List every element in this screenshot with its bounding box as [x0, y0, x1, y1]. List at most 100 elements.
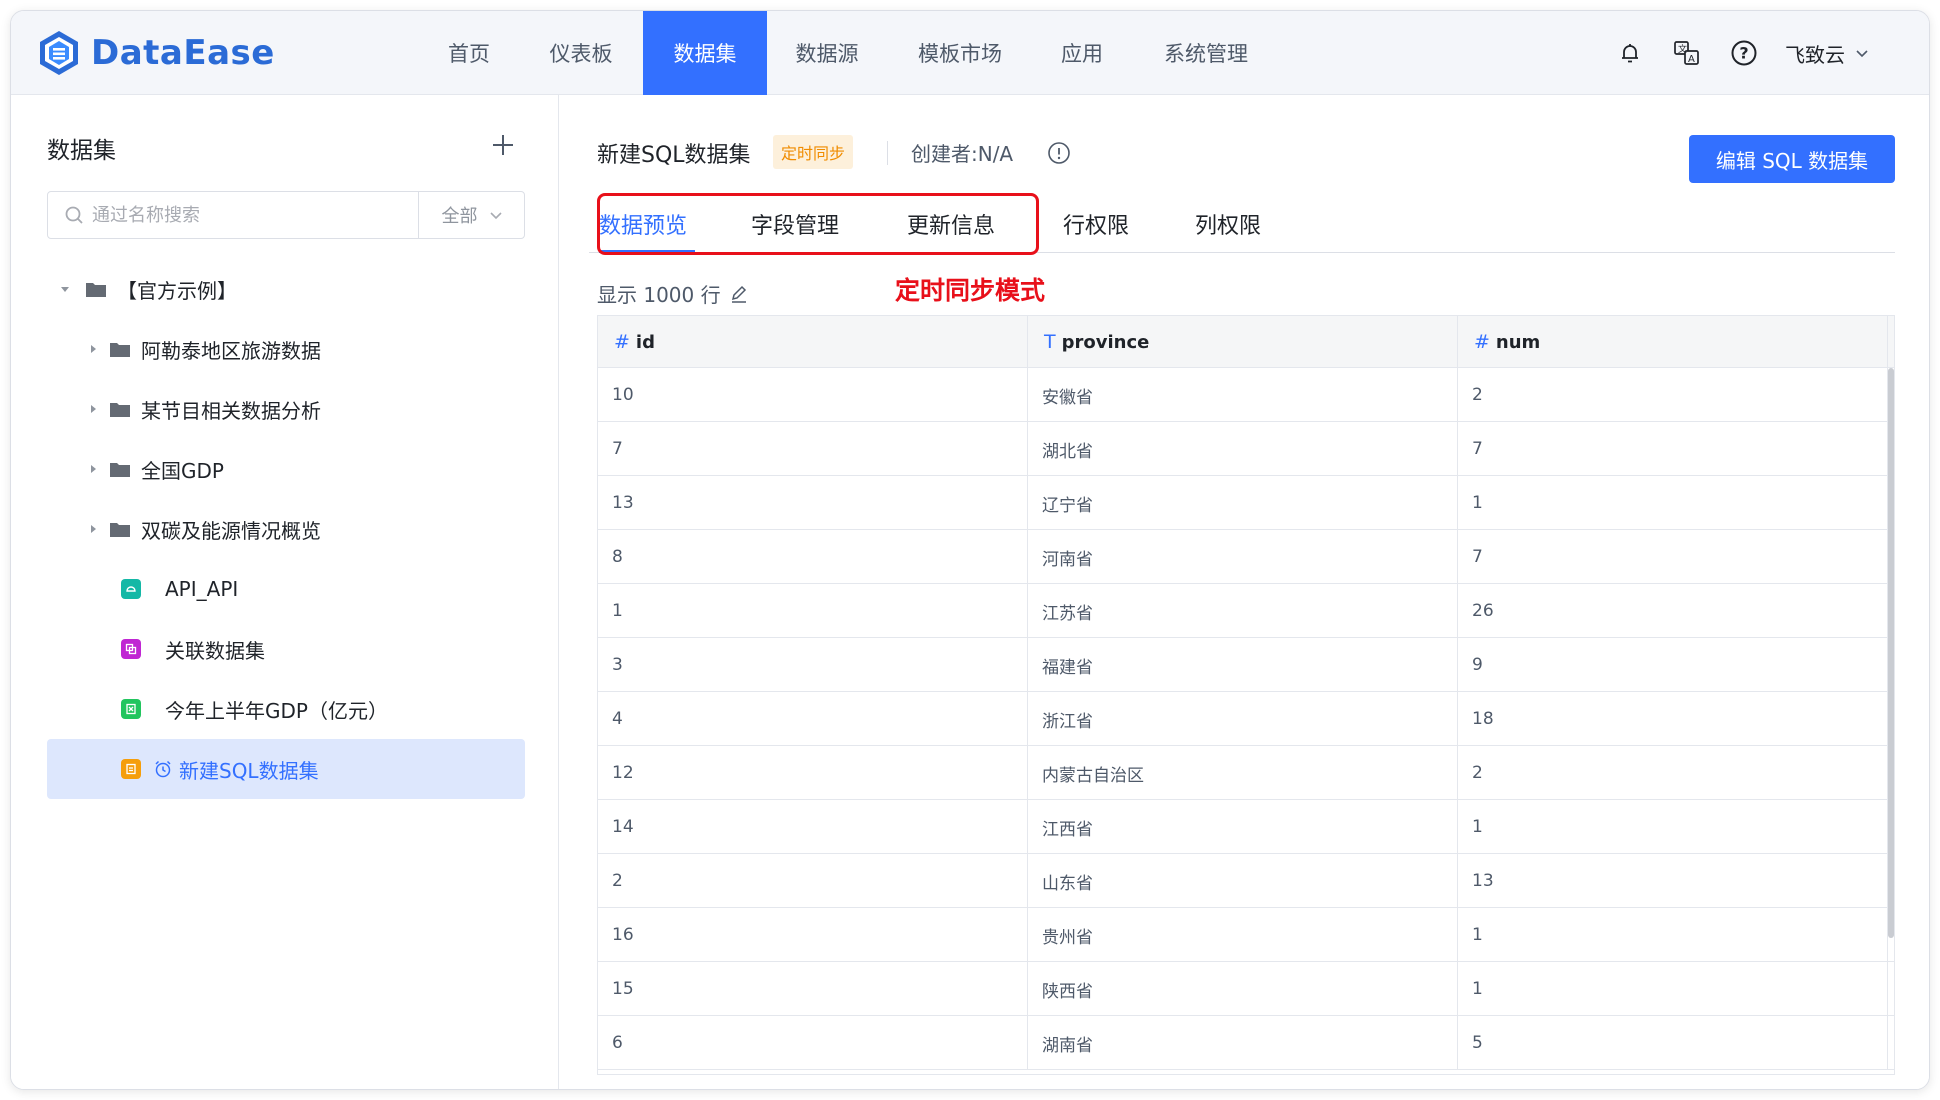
- table-cell-num: 26: [1458, 584, 1888, 638]
- union-dataset-icon: [121, 639, 141, 659]
- nav-apps[interactable]: 应用: [1033, 11, 1131, 95]
- caret-right-icon[interactable]: [87, 344, 99, 354]
- main-nav: 首页 仪表板 数据集 数据源 模板市场 应用 系统管理: [419, 11, 1281, 95]
- data-preview-table: # id T province # num 10 安徽省 2 7 湖北省 7 13 辽宁省 1 8…: [597, 315, 1895, 1075]
- tree-item-official-examples[interactable]: 【官方示例】: [47, 259, 525, 319]
- edit-sql-dataset-button[interactable]: 编辑 SQL 数据集: [1689, 135, 1895, 183]
- table-cell-province: 贵州省: [1028, 908, 1458, 962]
- tree-item-label: API_API: [165, 577, 239, 601]
- column-header-province[interactable]: T province: [1028, 316, 1458, 368]
- table-cell-province: 浙江省: [1028, 692, 1458, 746]
- table-cell-num: 5: [1458, 1016, 1888, 1070]
- dataset-sidebar: 数据集 全部 【官方示例】: [11, 95, 559, 1089]
- table-cell-id: 15: [598, 962, 1028, 1016]
- tree-item-dataset-selected[interactable]: 新建SQL数据集: [47, 739, 525, 799]
- tree-item-label: 某节目相关数据分析: [141, 398, 321, 423]
- tab-column-permissions[interactable]: 列权限: [1195, 195, 1261, 253]
- sync-mode-badge: 定时同步: [773, 135, 854, 169]
- caret-right-icon[interactable]: [87, 404, 99, 414]
- table-cell-num: 1: [1458, 476, 1888, 530]
- folder-icon: [110, 463, 130, 477]
- table-cell-num: 7: [1458, 530, 1888, 584]
- app-logo[interactable]: DataEase: [37, 27, 275, 79]
- table-cell-id: 6: [598, 1016, 1028, 1070]
- table-cell-id: 16: [598, 908, 1028, 962]
- table-cell-province: 江西省: [1028, 800, 1458, 854]
- dataset-title: 新建SQL数据集: [597, 143, 751, 168]
- edit-pencil-icon[interactable]: [729, 284, 749, 304]
- search-filter-value: 全部: [441, 206, 478, 227]
- tree-item-label: 阿勒泰地区旅游数据: [141, 338, 321, 363]
- table-cell-num: 1: [1458, 908, 1888, 962]
- tree-item-label: 新建SQL数据集: [179, 758, 319, 783]
- table-cell-num: 18: [1458, 692, 1888, 746]
- alarm-clock-icon: [155, 760, 171, 778]
- table-cell-province: 陕西省: [1028, 962, 1458, 1016]
- sql-dataset-icon: [121, 759, 141, 779]
- nav-dataset[interactable]: 数据集: [643, 11, 767, 95]
- help-icon[interactable]: ?: [1729, 38, 1759, 68]
- tree-item-dataset[interactable]: 今年上半年GDP（亿元）: [47, 679, 525, 739]
- svg-text:文: 文: [1678, 43, 1687, 55]
- nav-dashboard[interactable]: 仪表板: [519, 11, 643, 95]
- search-filter-select[interactable]: 全部: [418, 192, 526, 238]
- table-cell-province: 安徽省: [1028, 368, 1458, 422]
- table-cell-num: 2: [1458, 368, 1888, 422]
- dataset-search: 全部: [47, 191, 525, 239]
- tree-item-folder[interactable]: 某节目相关数据分析: [47, 379, 525, 439]
- nav-system-management[interactable]: 系统管理: [1131, 11, 1281, 95]
- folder-icon: [110, 523, 130, 537]
- table-cell-province: 山东省: [1028, 854, 1458, 908]
- column-header-id[interactable]: # id: [598, 316, 1028, 368]
- caret-down-icon[interactable]: [59, 284, 71, 294]
- table-cell-province: 湖南省: [1028, 1016, 1458, 1070]
- tab-row-permissions[interactable]: 行权限: [1063, 195, 1129, 253]
- app-name: DataEase: [91, 33, 275, 73]
- text-type-icon: T: [1044, 331, 1056, 353]
- info-icon[interactable]: [1047, 141, 1071, 165]
- table-row: 16 贵州省 1: [598, 908, 1894, 962]
- table-row: 7 湖北省 7: [598, 422, 1894, 476]
- svg-text:?: ?: [1739, 44, 1748, 63]
- table-row: 2 山东省 13: [598, 854, 1894, 908]
- search-input[interactable]: [92, 204, 402, 226]
- table-cell-province: 辽宁省: [1028, 476, 1458, 530]
- table-row: 15 陕西省 1: [598, 962, 1894, 1016]
- chevron-down-icon: [1856, 50, 1868, 58]
- bell-icon[interactable]: [1615, 38, 1645, 68]
- annotation-highlight-box: [597, 193, 1039, 255]
- translate-icon[interactable]: 文 A: [1672, 38, 1702, 68]
- column-header-num[interactable]: # num: [1458, 316, 1888, 368]
- table-cell-id: 1: [598, 584, 1028, 638]
- nav-home[interactable]: 首页: [419, 11, 519, 95]
- tree-item-label: 全国GDP: [141, 458, 224, 483]
- folder-icon: [110, 403, 130, 417]
- table-row: 6 湖南省 5: [598, 1016, 1894, 1070]
- divider: [887, 141, 888, 165]
- caret-right-icon[interactable]: [87, 524, 99, 534]
- dataset-detail: 新建SQL数据集 定时同步 创建者:N/A 编辑 SQL 数据集 数据预览 字段…: [559, 95, 1929, 1089]
- caret-right-icon[interactable]: [87, 464, 99, 474]
- table-cell-province: 江苏省: [1028, 584, 1458, 638]
- tree-item-folder[interactable]: 阿勒泰地区旅游数据: [47, 319, 525, 379]
- tree-item-dataset[interactable]: API_API: [47, 559, 525, 619]
- tree-item-label: 双碳及能源情况概览: [141, 518, 321, 543]
- number-type-icon: #: [1474, 331, 1490, 353]
- column-name: num: [1495, 331, 1541, 353]
- table-cell-id: 7: [598, 422, 1028, 476]
- table-cell-province: 湖北省: [1028, 422, 1458, 476]
- user-menu[interactable]: 飞致云: [1785, 39, 1871, 68]
- table-scrollbar[interactable]: [1888, 368, 1894, 938]
- nav-datasource[interactable]: 数据源: [767, 11, 887, 95]
- tree-item-folder[interactable]: 双碳及能源情况概览: [47, 499, 525, 559]
- table-cell-num: 1: [1458, 962, 1888, 1016]
- table-row: 1 江苏省 26: [598, 584, 1894, 638]
- table-header: # id T province # num: [598, 316, 1894, 368]
- nav-template-market[interactable]: 模板市场: [887, 11, 1033, 95]
- search-icon: [65, 206, 83, 224]
- add-dataset-icon[interactable]: [489, 131, 517, 159]
- tree-item-folder[interactable]: 全国GDP: [47, 439, 525, 499]
- tree-item-label: 【官方示例】: [117, 278, 237, 303]
- tree-item-dataset[interactable]: 关联数据集: [47, 619, 525, 679]
- table-cell-id: 8: [598, 530, 1028, 584]
